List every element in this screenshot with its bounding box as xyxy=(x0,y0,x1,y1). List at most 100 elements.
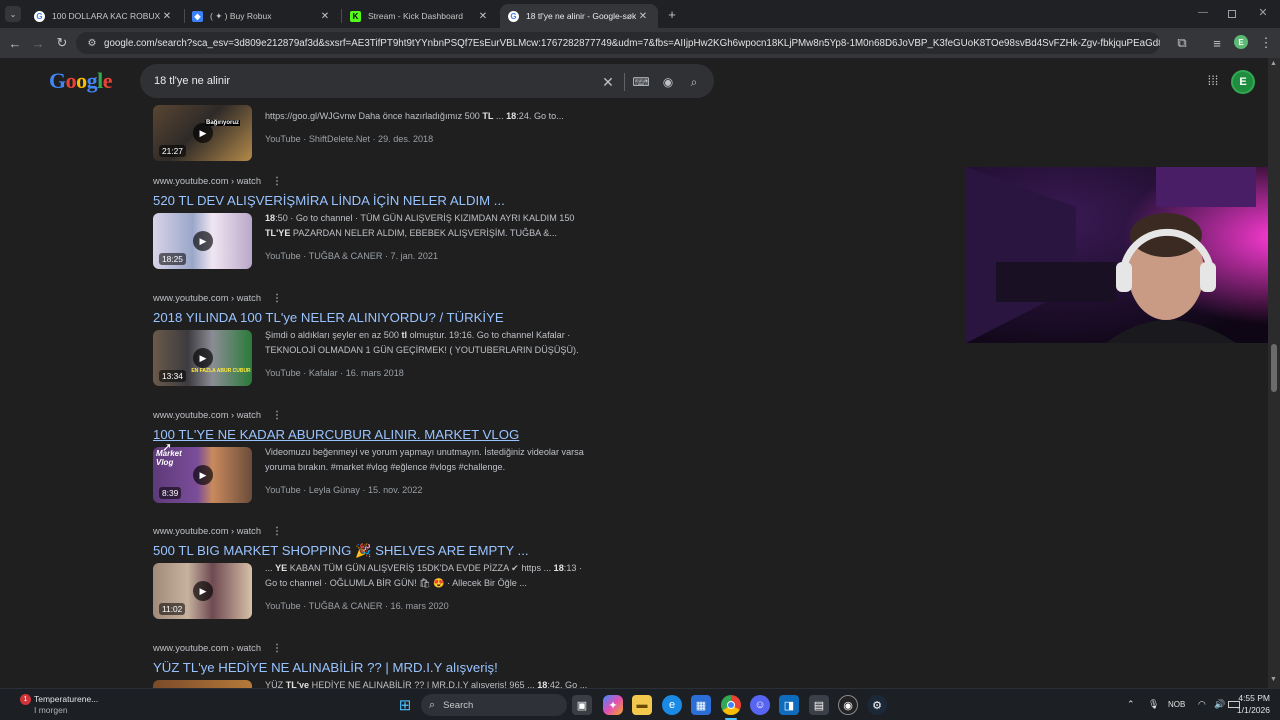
video-thumbnail[interactable]: Bağırıyoruz ▶ 21:27 xyxy=(153,105,252,161)
result-meta: YouTube · ShiftDelete.Net · 29. des. 201… xyxy=(265,134,434,144)
list-item: www.youtube.com › watch ⋮ 520 TL DEV ALIŞ… xyxy=(153,175,593,275)
tab-buy-robux[interactable]: ◆ ( ✦ ) Buy Robux ✕ xyxy=(184,4,340,28)
back-arrow-icon[interactable]: ← xyxy=(6,34,24,52)
result-source[interactable]: www.youtube.com › watch ⋮ xyxy=(153,292,593,304)
windows-start-icon[interactable]: ⊞ xyxy=(395,695,415,715)
play-icon: ▶ xyxy=(193,581,213,601)
robux-favicon-icon: ◆ xyxy=(192,10,203,22)
steam-icon[interactable]: ⚙ xyxy=(867,695,887,715)
google-account-avatar[interactable]: E xyxy=(1231,70,1255,94)
forward-arrow-icon[interactable]: → xyxy=(29,34,47,52)
tab-label: 100 DOLLARA KAC ROBUX ALIN xyxy=(52,11,160,21)
photos-icon[interactable]: ◨ xyxy=(779,695,799,715)
scrollbar-thumb[interactable] xyxy=(1271,344,1277,392)
tab-search-chevron-icon[interactable]: ⌄ xyxy=(5,6,21,22)
video-duration: 11:02 xyxy=(159,603,186,615)
list-item: www.youtube.com › watch ⋮ 2018 YILINDA 10… xyxy=(153,292,593,392)
close-tab-icon[interactable]: ✕ xyxy=(160,11,174,22)
list-item: www.youtube.com › watch ⋮ 500 TL BIG MARK… xyxy=(153,525,593,625)
google-header: Google 18 tl'ye ne alinir ✕ ⌨ ◉ ⌕ ⁞⁞⁞ E xyxy=(0,58,1268,104)
weather-widget[interactable]: 1 Temperaturene... I morgen xyxy=(14,693,124,717)
clear-search-icon[interactable]: ✕ xyxy=(600,74,616,90)
video-thumbnail[interactable]: ▶ 11:02 xyxy=(153,563,252,619)
browser-menu-icon[interactable]: ⋮ xyxy=(1257,34,1275,52)
result-title-link[interactable]: 500 TL BIG MARKET SHOPPING 🎉 SHELVES ARE… xyxy=(153,543,593,560)
video-thumbnail[interactable] xyxy=(153,680,252,688)
video-thumbnail[interactable]: Market Vlog ▶ 8:39 xyxy=(153,447,252,503)
site-info-icon[interactable]: ⚙ xyxy=(85,36,99,50)
tab-label: ( ✦ ) Buy Robux xyxy=(210,10,272,21)
close-tab-icon[interactable]: ✕ xyxy=(636,11,650,22)
keyboard-icon[interactable]: ⌨ xyxy=(632,74,649,90)
tray-overflow-icon[interactable]: ⌃ xyxy=(1127,699,1135,710)
media-control-icon[interactable]: ≡ xyxy=(1208,34,1226,52)
tab-google-search[interactable]: G 18 tl'ye ne alinir - Google-søk ✕ xyxy=(500,4,658,28)
more-options-icon[interactable]: ⋮ xyxy=(272,643,282,654)
tab-robux-question[interactable]: G 100 DOLLARA KAC ROBUX ALIN ✕ xyxy=(26,4,182,28)
kick-favicon-icon: K xyxy=(350,10,361,22)
google-logo[interactable]: Google xyxy=(49,68,113,94)
task-view-icon[interactable]: ▣ xyxy=(572,695,592,715)
result-meta: YouTube · Leyla Günay · 15. nov. 2022 xyxy=(265,485,423,495)
result-source[interactable]: www.youtube.com › watch ⋮ xyxy=(153,642,593,654)
video-thumbnail[interactable]: EN FAZLA ABUR CUBUR ▶ 13:34 xyxy=(153,330,252,386)
new-tab-icon[interactable]: + xyxy=(664,6,680,22)
search-icon[interactable]: ⌕ xyxy=(686,74,702,90)
edge-icon[interactable]: e xyxy=(662,695,682,715)
video-thumbnail[interactable]: ▶ 18:25 xyxy=(153,213,252,269)
close-tab-icon[interactable]: ✕ xyxy=(476,11,490,22)
result-title-link[interactable]: 2018 YILINDA 100 TL'ye NELER ALINIYORDU?… xyxy=(153,310,593,327)
search-query-text: 18 tl'ye ne alinir xyxy=(154,75,231,87)
result-snippet: Şimdi o aldıkları şeyler en az 500 tl ol… xyxy=(265,330,579,355)
volume-icon[interactable]: 🔊 xyxy=(1214,699,1225,710)
chrome-icon[interactable] xyxy=(721,695,741,715)
video-duration: 8:39 xyxy=(159,487,182,499)
more-options-icon[interactable]: ⋮ xyxy=(272,293,282,304)
page-scrollbar[interactable]: ▲ ▼ xyxy=(1268,58,1280,688)
maximize-window-icon[interactable] xyxy=(1228,10,1236,18)
google-apps-grid-icon[interactable]: ⁞⁞⁞ xyxy=(1206,74,1220,88)
weather-title: Temperaturene... xyxy=(34,694,99,704)
result-source[interactable]: www.youtube.com › watch ⋮ xyxy=(153,525,593,537)
lens-camera-icon[interactable]: ◉ xyxy=(660,74,676,90)
clock-date[interactable]: 1/1/2026 xyxy=(1226,705,1270,715)
result-source[interactable]: www.youtube.com › watch ⋮ xyxy=(153,409,593,421)
result-title-link[interactable]: 100 TL'YE NE KADAR ABURCUBUR ALINIR. MAR… xyxy=(153,427,593,444)
more-options-icon[interactable]: ⋮ xyxy=(272,526,282,537)
search-input[interactable]: 18 tl'ye ne alinir xyxy=(140,64,714,98)
file-explorer-icon[interactable]: ▬ xyxy=(632,695,652,715)
scroll-down-icon[interactable]: ▼ xyxy=(1270,676,1277,683)
result-title-link[interactable]: YÜZ TL'ye HEDİYE NE ALINABİLİR ?? | MRD.… xyxy=(153,660,593,677)
video-duration: 18:25 xyxy=(159,253,186,265)
microphone-icon[interactable]: 🎙 xyxy=(1148,699,1159,710)
input-language[interactable]: NOB xyxy=(1168,700,1185,709)
reload-icon[interactable]: ↻ xyxy=(53,34,71,52)
clock-time[interactable]: 4:55 PM xyxy=(1236,693,1270,703)
more-options-icon[interactable]: ⋮ xyxy=(272,176,282,187)
calculator-icon[interactable]: ▤ xyxy=(809,695,829,715)
result-source[interactable]: www.youtube.com › watch ⋮ xyxy=(153,175,593,187)
taskbar-search-box[interactable]: ⌕ Search xyxy=(421,694,567,716)
minimize-window-icon[interactable]: — xyxy=(1196,7,1210,19)
more-options-icon[interactable]: ⋮ xyxy=(272,410,282,421)
close-tab-icon[interactable]: ✕ xyxy=(318,11,332,22)
google-favicon-icon: G xyxy=(508,10,519,22)
webcam-overlay xyxy=(966,167,1280,343)
store-icon[interactable]: ▦ xyxy=(691,695,711,715)
obs-icon[interactable]: ◉ xyxy=(838,695,858,715)
tab-strip: ⌄ G 100 DOLLARA KAC ROBUX ALIN ✕ ◆ ( ✦ )… xyxy=(0,0,1280,28)
address-bar[interactable]: ⚙ google.com/search?sca_esv=3d809e212879… xyxy=(76,32,1160,54)
play-icon: ▶ xyxy=(193,231,213,251)
close-window-icon[interactable]: ✕ xyxy=(1256,6,1270,20)
wifi-icon[interactable]: ◠ xyxy=(1198,699,1206,710)
result-title-link[interactable]: 520 TL DEV ALIŞVERİŞMİRA LİNDA İÇİN NELE… xyxy=(153,193,593,210)
tab-kick-dashboard[interactable]: K Stream - Kick Dashboard ✕ xyxy=(342,4,498,28)
scroll-up-icon[interactable]: ▲ xyxy=(1270,60,1277,67)
tab-label: 18 tl'ye ne alinir - Google-søk xyxy=(526,11,636,21)
tab-label: Stream - Kick Dashboard xyxy=(368,11,463,21)
discord-icon[interactable]: ☺ xyxy=(750,695,770,715)
result-snippet: YÜZ TL'ye HEDİYE NE ALINABİLİR ?? | MR.D… xyxy=(265,680,588,688)
copilot-icon[interactable]: ✦ xyxy=(603,695,623,715)
profile-avatar[interactable]: E xyxy=(1234,35,1248,49)
extensions-puzzle-icon[interactable]: ⧉ xyxy=(1173,34,1191,52)
